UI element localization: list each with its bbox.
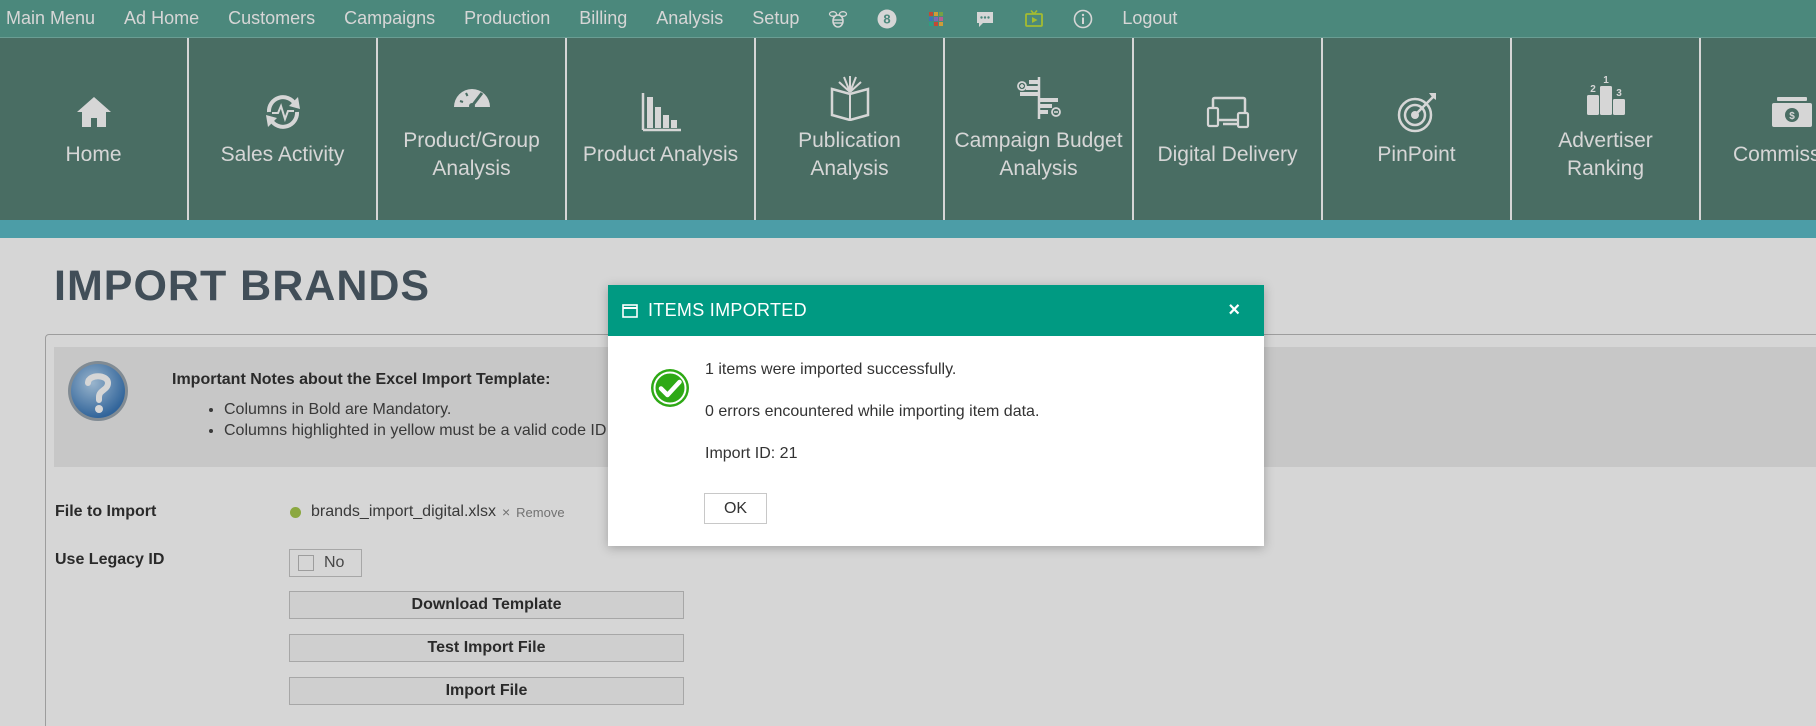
dialog-header: ITEMS IMPORTED × — [608, 285, 1264, 336]
import-success-text: 1 items were imported successfully. — [705, 361, 957, 378]
success-check-icon — [651, 369, 689, 407]
window-icon — [622, 303, 638, 318]
ok-button[interactable]: OK — [704, 493, 767, 524]
import-errors-text: 0 errors encountered while importing ite… — [705, 403, 1040, 420]
dialog-title: ITEMS IMPORTED — [648, 300, 807, 320]
items-imported-dialog: ITEMS IMPORTED × 1 items were imported s… — [608, 285, 1264, 546]
import-id-text: Import ID: 21 — [705, 445, 798, 462]
close-icon[interactable]: × — [1228, 299, 1240, 322]
